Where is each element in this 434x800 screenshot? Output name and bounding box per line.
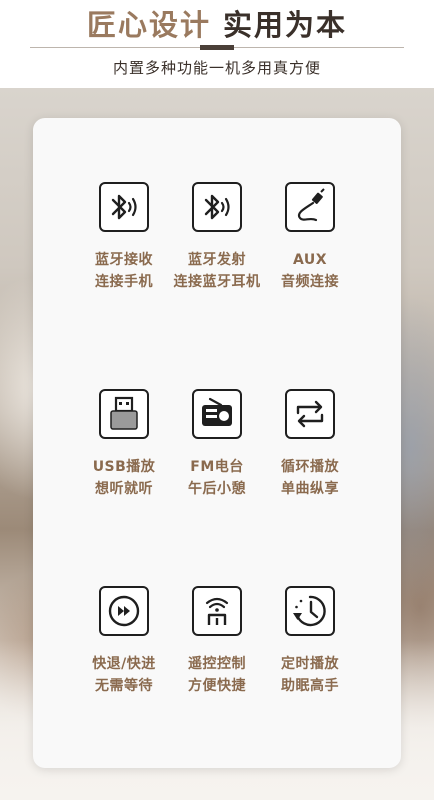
feature-label-line2: 助眠高手 — [281, 678, 339, 694]
feature-label-line1: 定时播放 — [281, 656, 339, 672]
feature-label-line1: AUX — [292, 252, 328, 268]
header: 匠心设计 实用为本 内置多种功能一机多用真方便 — [0, 0, 434, 88]
timer-icon — [285, 586, 335, 636]
loop-icon — [285, 389, 335, 439]
feature-label-line2: 音频连接 — [281, 274, 339, 290]
feature-aux: AUX 音频连接 — [250, 182, 370, 293]
title-main: 实用为本 — [223, 8, 348, 42]
feature-label-line2: 单曲纵享 — [281, 481, 339, 497]
feature-loop: 循环播放 单曲纵享 — [250, 389, 370, 500]
features-card: 蓝牙接收 连接手机 蓝牙发射 连接蓝牙耳机 AUX 音频连接 USB播放 想听就… — [33, 118, 401, 768]
feature-label-line1: 循环播放 — [281, 459, 339, 475]
radio-icon — [192, 389, 242, 439]
bluetooth-receive-icon — [99, 182, 149, 232]
title-accent: 匠心设计 — [86, 8, 211, 42]
bluetooth-transmit-icon — [192, 182, 242, 232]
remote-control-icon — [192, 586, 242, 636]
usb-icon — [99, 389, 149, 439]
feature-timer: 定时播放 助眠高手 — [250, 586, 370, 697]
page-title: 匠心设计 实用为本 — [0, 2, 434, 44]
subtitle: 内置多种功能一机多用真方便 — [112, 59, 321, 77]
title-divider-mark — [200, 45, 234, 50]
fast-forward-icon — [99, 586, 149, 636]
aux-cable-icon — [285, 182, 335, 232]
